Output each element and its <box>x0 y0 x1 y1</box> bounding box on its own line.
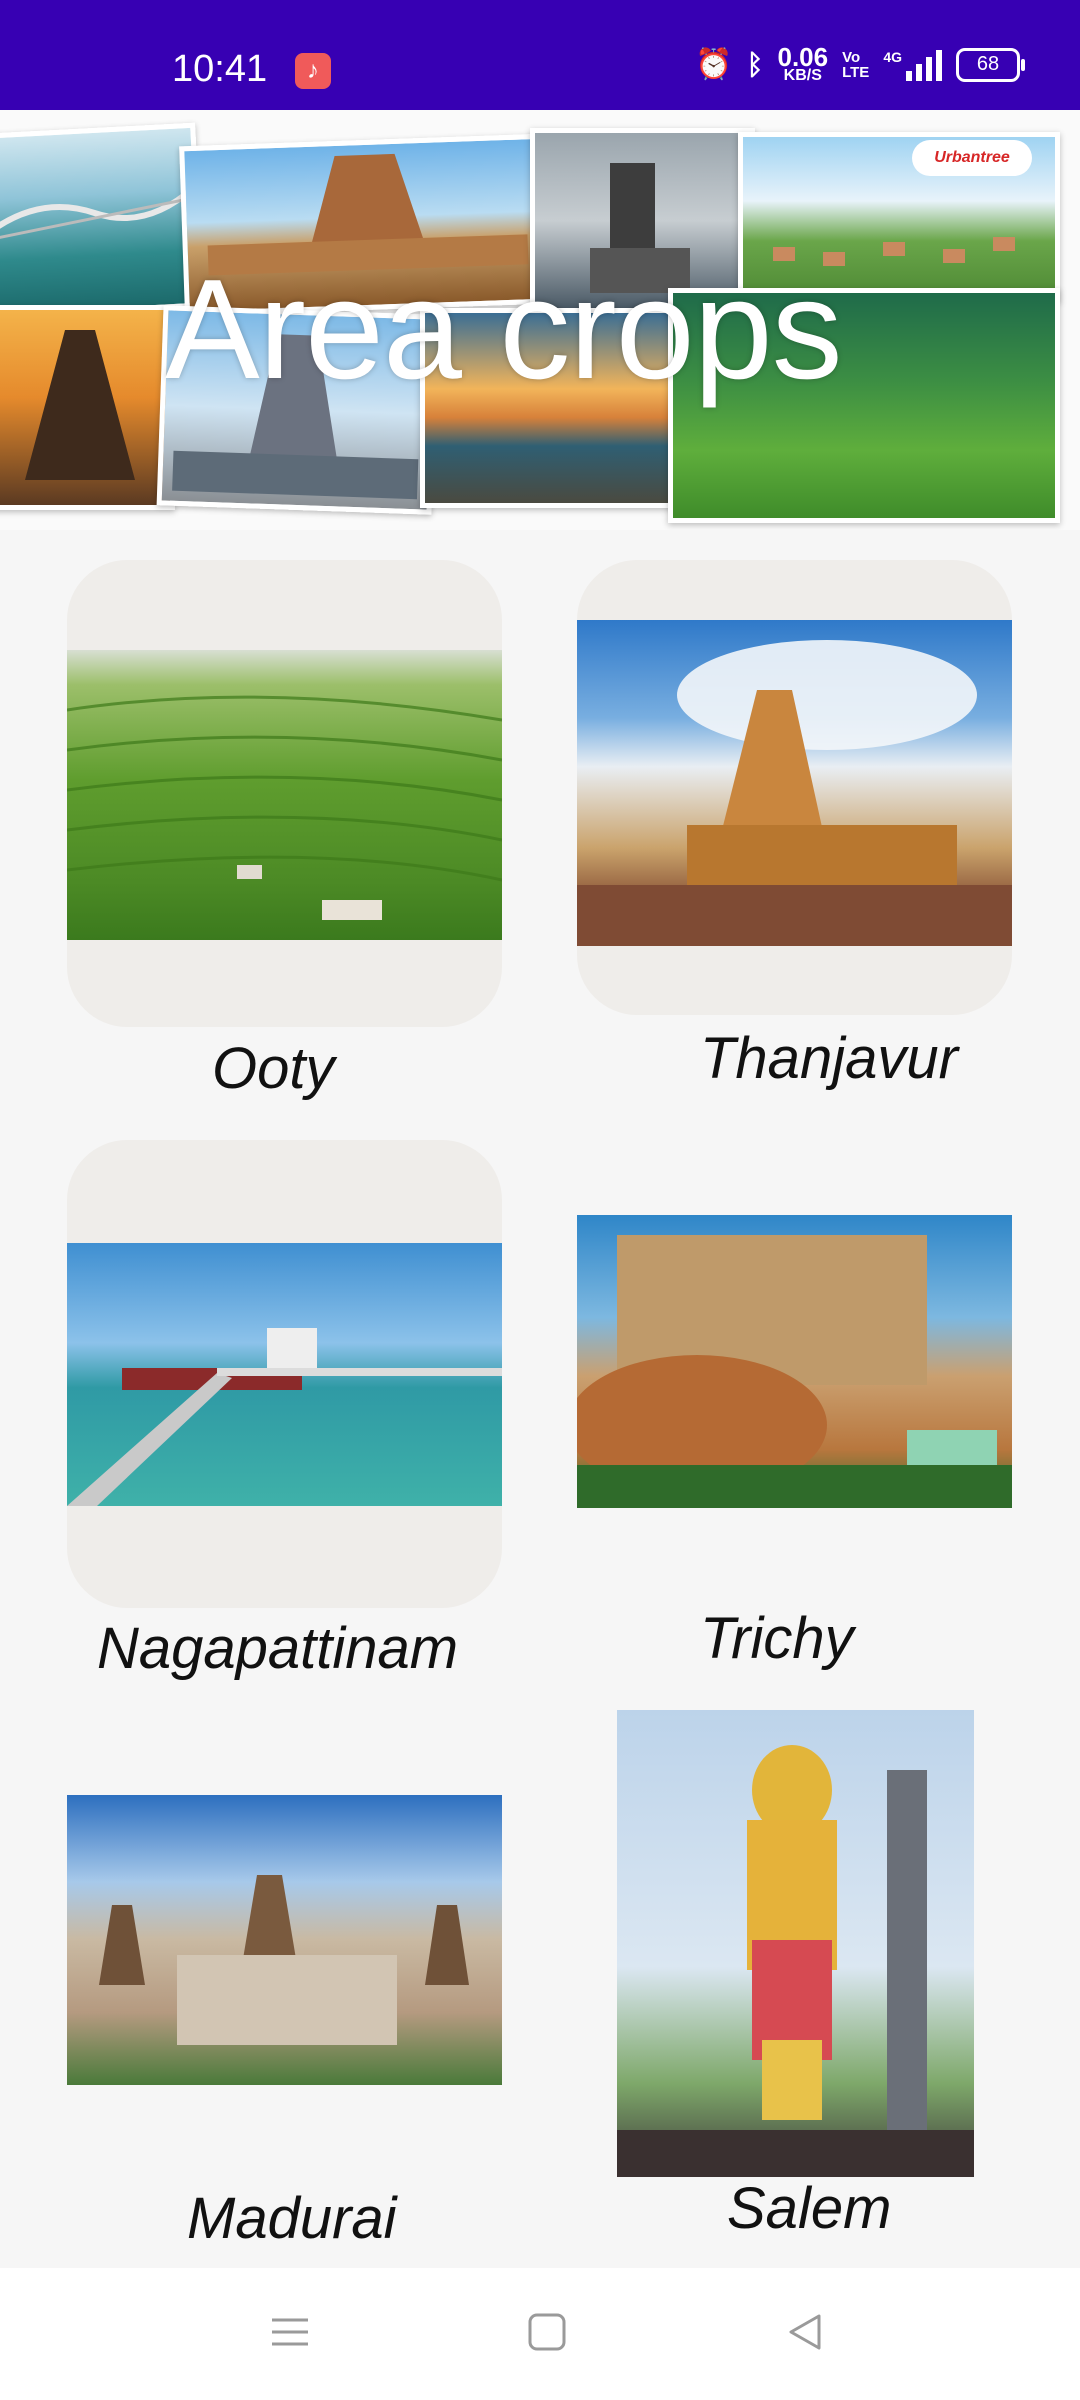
brand-logo: Urbantree <box>912 140 1032 176</box>
volte-top: Vo <box>842 48 861 66</box>
ooty-image <box>67 650 502 940</box>
trichy-image[interactable] <box>577 1215 1012 1508</box>
signal-icon: 4G <box>883 49 942 81</box>
back-icon[interactable] <box>785 2312 825 2357</box>
volte-indicator: Vo LTE <box>842 50 869 80</box>
status-bar: 10:41 ♪ ⏰ ᛒ 0.06 KB/S Vo LTE 4G 68 <box>0 0 1080 110</box>
battery-icon: 68 <box>956 47 1025 82</box>
alarm-icon: ⏰ <box>695 47 733 81</box>
battery-level: 68 <box>976 53 1000 76</box>
place-card-ooty[interactable] <box>67 560 502 1027</box>
page-title: Area crops <box>165 250 843 409</box>
status-icons: ⏰ ᛒ 0.06 KB/S Vo LTE 4G 68 <box>695 42 1025 85</box>
thanjavur-image <box>577 620 1012 946</box>
place-label-nagapattinam: Nagapattinam <box>97 1616 459 1681</box>
network-speed-value: 0.06 <box>777 42 829 72</box>
music-icon: ♪ <box>295 53 331 89</box>
place-card-nagapattinam[interactable] <box>67 1140 502 1608</box>
madurai-image[interactable] <box>67 1795 502 2085</box>
menu-icon[interactable] <box>270 2312 310 2357</box>
shore-temple-photo <box>0 305 175 510</box>
bluetooth-icon: ᛒ <box>746 48 764 80</box>
salem-image[interactable] <box>617 1710 974 2177</box>
network-speed: 0.06 KB/S <box>777 42 829 85</box>
place-label-trichy: Trichy <box>700 1606 854 1671</box>
header-banner: Urbantree Area crops <box>0 110 1080 530</box>
place-card-thanjavur[interactable] <box>577 560 1012 1015</box>
network-speed-unit: KB/S <box>783 67 822 85</box>
place-label-ooty: Ooty <box>212 1036 335 1101</box>
network-type: 4G <box>883 48 902 65</box>
place-label-madurai: Madurai <box>187 2186 397 2251</box>
place-label-salem: Salem <box>727 2176 892 2241</box>
nagapattinam-image <box>67 1243 502 1506</box>
home-icon[interactable] <box>527 2312 567 2357</box>
system-navigation-bar <box>0 2268 1080 2400</box>
place-label-thanjavur: Thanjavur <box>700 1026 958 1091</box>
volte-bottom: LTE <box>842 63 870 81</box>
status-time: 10:41 <box>172 48 268 90</box>
